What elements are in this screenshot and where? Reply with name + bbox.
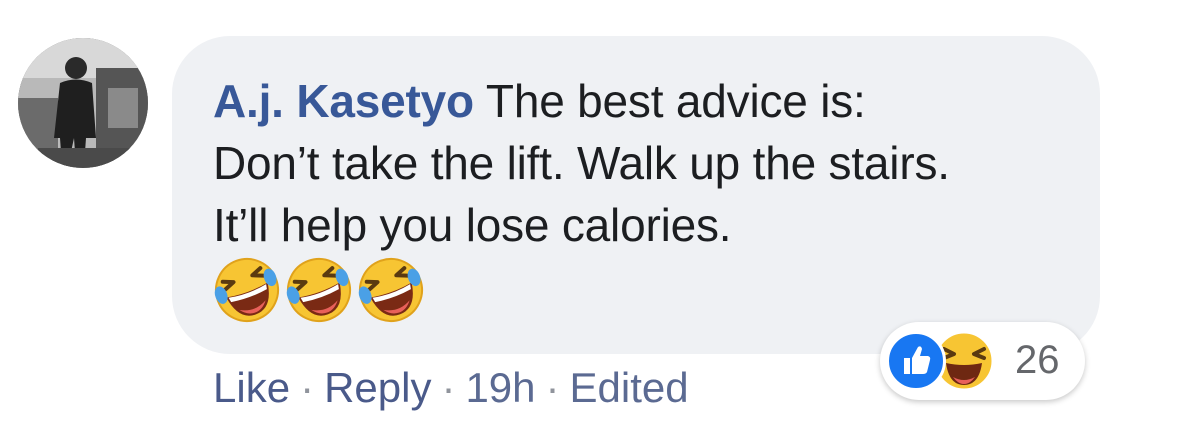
- separator: ·: [300, 364, 315, 411]
- rolling-on-floor-laughing-icon: [358, 258, 423, 322]
- separator: ·: [545, 364, 560, 411]
- reply-link[interactable]: Reply: [324, 364, 431, 411]
- emoji-row: [213, 256, 425, 326]
- separator: ·: [441, 364, 456, 411]
- rolling-on-floor-laughing-icon: [214, 258, 279, 322]
- reaction-count: 26: [1015, 338, 1060, 382]
- comment-line-3: It’ll help you lose calories.: [213, 199, 732, 251]
- rolling-on-floor-laughing-icon: [286, 258, 351, 322]
- comment: A.j. Kasetyo The best advice is: Don’t ta…: [0, 0, 1200, 448]
- comment-line-2: Don’t take the lift. Walk up the stairs.: [213, 137, 950, 189]
- comment-line-1: The best advice is:: [485, 75, 866, 127]
- timestamp[interactable]: 19h: [465, 364, 535, 411]
- comment-actions: Like · Reply · 19h · Edited: [213, 364, 689, 412]
- avatar[interactable]: [18, 38, 148, 168]
- comment-text: A.j. Kasetyo The best advice is: Don’t ta…: [213, 70, 1093, 256]
- reactions-summary[interactable]: 26: [880, 322, 1085, 400]
- like-link[interactable]: Like: [213, 364, 290, 411]
- like-icon: [886, 331, 946, 391]
- edited-label[interactable]: Edited: [570, 364, 689, 411]
- author-name[interactable]: A.j. Kasetyo: [213, 75, 474, 127]
